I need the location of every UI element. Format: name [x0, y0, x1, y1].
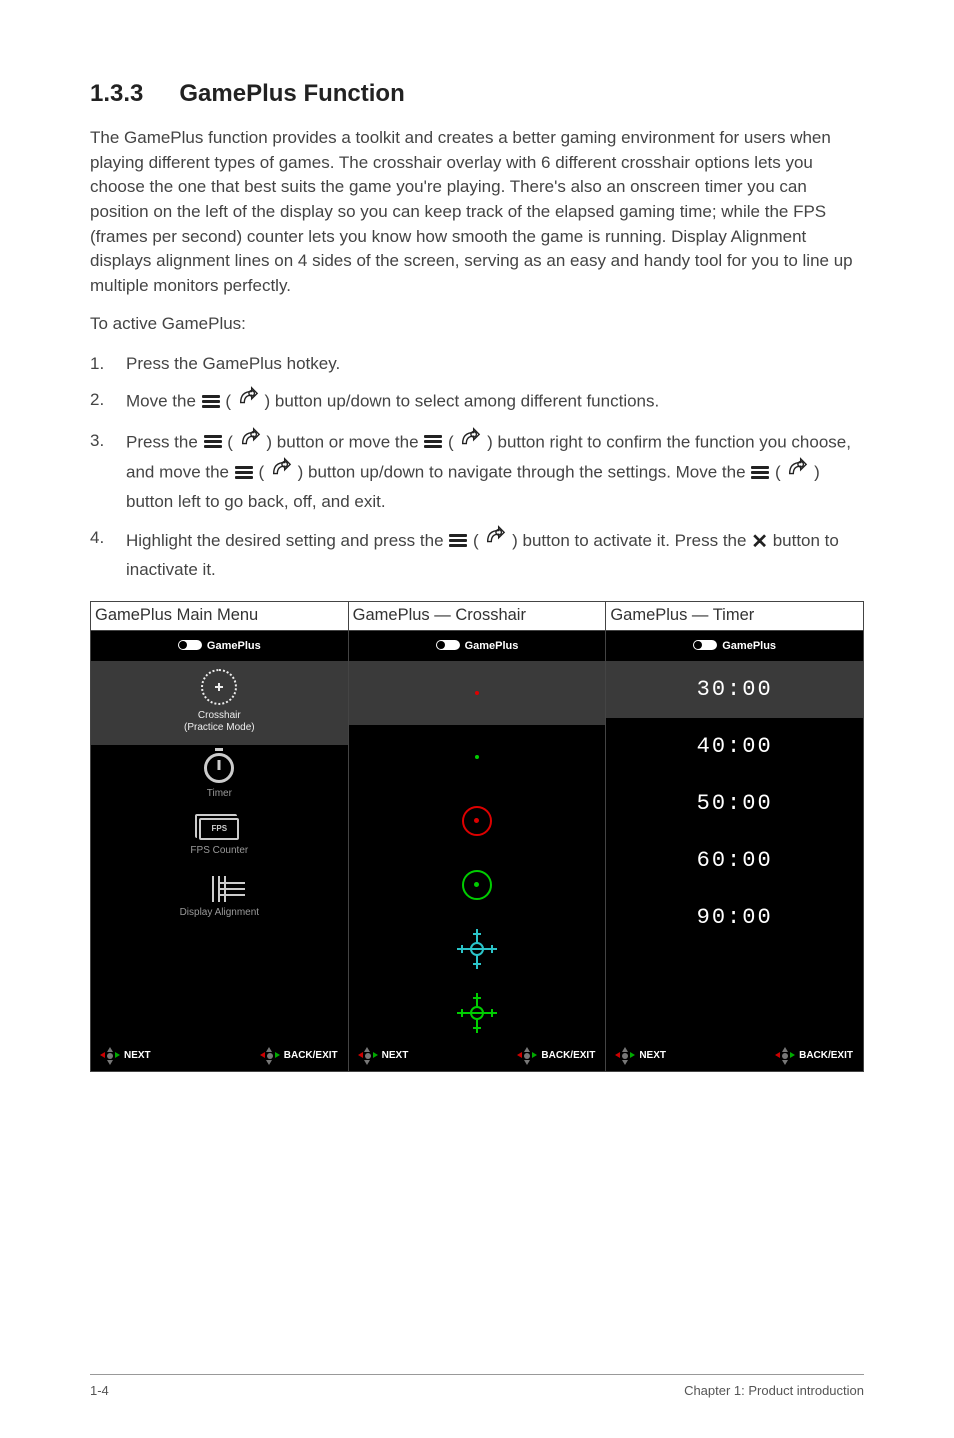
joystick-mini-icon — [518, 1049, 536, 1063]
crosshair-tick-blue-icon — [457, 929, 497, 969]
panel-footer: NEXT BACK/EXIT — [91, 1041, 348, 1071]
panel-footer: NEXT BACK/EXIT — [349, 1041, 606, 1071]
joystick-icon — [239, 427, 261, 457]
step-number: 3. — [90, 428, 126, 515]
joystick-mini-icon — [616, 1049, 634, 1063]
gameplus-title: GamePlus — [606, 631, 863, 661]
step-2: 2. Move the ( ) button up/down to select… — [90, 387, 864, 417]
footer-next[interactable]: NEXT — [359, 1049, 409, 1063]
panel-crosshair: GamePlus NEXT — [349, 631, 606, 1071]
step-1: 1. Press the GamePlus hotkey. — [90, 351, 864, 377]
x-icon: ✕ — [751, 527, 768, 558]
align-icon — [206, 876, 232, 902]
timer-option-40[interactable]: 40:00 — [606, 718, 863, 775]
joystick-mini-icon — [261, 1049, 279, 1063]
step-text: Press the ( ) button or move the ( ) but… — [126, 428, 864, 515]
step-text: Highlight the desired setting and press … — [126, 525, 864, 583]
timer-icon — [204, 753, 234, 783]
menu-icon — [424, 433, 442, 450]
step-3: 3. Press the ( ) button or move the ( ) … — [90, 428, 864, 515]
crosshair-option-2[interactable] — [349, 725, 606, 789]
menu-icon — [204, 433, 222, 450]
panel-timer: GamePlus 30:00 40:00 50:00 60:00 90:00 N… — [606, 631, 863, 1071]
crosshair-ring-red-icon — [462, 806, 492, 836]
panel-main-menu: GamePlus Crosshair (Practice Mode) Timer… — [91, 631, 348, 1071]
chapter-label: Chapter 1: Product introduction — [684, 1383, 864, 1398]
menu-icon — [751, 464, 769, 481]
crosshair-option-3[interactable] — [349, 789, 606, 853]
menu-item-crosshair[interactable]: Crosshair (Practice Mode) — [91, 661, 348, 745]
footer-back[interactable]: BACK/EXIT — [518, 1049, 595, 1063]
crosshair-ring-green-icon — [462, 870, 492, 900]
menu-label: Timer — [91, 788, 348, 801]
pill-icon — [178, 640, 202, 650]
section-heading: 1.3.3 GamePlus Function — [90, 80, 864, 108]
menu-label: Display Alignment — [91, 907, 348, 920]
crosshair-icon — [201, 669, 237, 705]
joystick-icon — [786, 457, 808, 487]
section-number: 1.3.3 — [90, 80, 143, 108]
crosshair-option-5[interactable] — [349, 917, 606, 981]
page-footer: 1-4 Chapter 1: Product introduction — [90, 1374, 864, 1398]
menu-item-timer[interactable]: Timer — [91, 745, 348, 811]
intro-paragraph: The GamePlus function provides a toolkit… — [90, 126, 864, 298]
footer-back[interactable]: BACK/EXIT — [776, 1049, 853, 1063]
gameplus-panels: GamePlus Main Menu GamePlus Crosshair (P… — [90, 601, 864, 1072]
panel-heading-timer: GamePlus — Timer — [606, 602, 863, 631]
section-title: GamePlus Function — [179, 80, 404, 107]
joystick-icon — [459, 427, 481, 457]
pill-icon — [693, 640, 717, 650]
step-4: 4. Highlight the desired setting and pre… — [90, 525, 864, 583]
gameplus-title: GamePlus — [91, 631, 348, 661]
footer-back[interactable]: BACK/EXIT — [261, 1049, 338, 1063]
crosshair-option-1[interactable] — [349, 661, 606, 725]
gameplus-title: GamePlus — [349, 631, 606, 661]
joystick-icon — [237, 386, 259, 416]
joystick-mini-icon — [101, 1049, 119, 1063]
step-number: 4. — [90, 525, 126, 583]
fps-icon: FPS — [199, 818, 239, 840]
step-number: 1. — [90, 351, 126, 377]
crosshair-tick-green-icon — [457, 993, 497, 1033]
panel-heading-main: GamePlus Main Menu — [91, 602, 348, 631]
joystick-mini-icon — [776, 1049, 794, 1063]
step-text: Move the ( ) button up/down to select am… — [126, 387, 864, 417]
crosshair-option-4[interactable] — [349, 853, 606, 917]
menu-item-fps[interactable]: FPS FPS Counter — [91, 810, 348, 868]
crosshair-dot-green-icon — [475, 755, 479, 759]
page-number: 1-4 — [90, 1383, 109, 1398]
step-number: 2. — [90, 387, 126, 417]
crosshair-dot-red-icon — [475, 691, 479, 695]
panel-heading-crosshair: GamePlus — Crosshair — [349, 602, 606, 631]
step-text: Press the GamePlus hotkey. — [126, 351, 864, 377]
joystick-icon — [270, 457, 292, 487]
timer-option-30[interactable]: 30:00 — [606, 661, 863, 718]
joystick-mini-icon — [359, 1049, 377, 1063]
pill-icon — [436, 640, 460, 650]
menu-label: FPS Counter — [91, 845, 348, 858]
menu-label: Crosshair (Practice Mode) — [91, 710, 348, 735]
timer-option-50[interactable]: 50:00 — [606, 775, 863, 832]
menu-icon — [235, 464, 253, 481]
steps-list: 1. Press the GamePlus hotkey. 2. Move th… — [90, 351, 864, 583]
menu-icon — [202, 393, 220, 410]
panel-footer: NEXT BACK/EXIT — [606, 1041, 863, 1071]
timer-option-60[interactable]: 60:00 — [606, 832, 863, 889]
footer-next[interactable]: NEXT — [101, 1049, 151, 1063]
menu-icon — [449, 532, 467, 549]
menu-item-align[interactable]: Display Alignment — [91, 868, 348, 930]
footer-next[interactable]: NEXT — [616, 1049, 666, 1063]
lead-line: To active GamePlus: — [90, 312, 864, 337]
joystick-icon — [484, 525, 506, 555]
crosshair-option-6[interactable] — [349, 981, 606, 1045]
timer-option-90[interactable]: 90:00 — [606, 889, 863, 946]
